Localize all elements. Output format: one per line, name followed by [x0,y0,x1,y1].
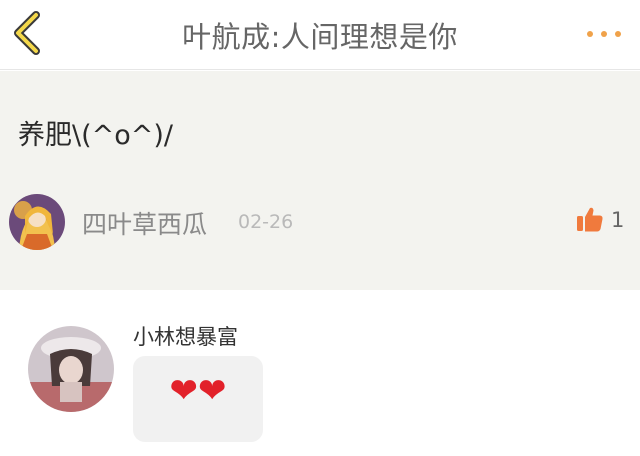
comment-bubble: ❤❤ [133,356,263,442]
avatar-image [9,194,65,250]
post-author-name[interactable]: 四叶草西瓜 [82,205,207,241]
page-title: 叶航成:人间理想是你 [182,20,458,54]
heart-emoji: ❤ [169,371,199,411]
more-dots-icon [587,31,621,37]
commenter-avatar[interactable] [28,326,114,412]
original-post: 养肥\(^o^)/ 四叶草西瓜 02-26 1 [0,71,640,290]
author-avatar[interactable] [9,194,65,250]
post-text: 养肥\(^o^)/ [18,120,174,151]
commenter-name[interactable]: 小林想暴富 [133,321,238,351]
thumbs-up-icon [577,207,603,232]
comment-item: 小林想暴富 ❤❤ [0,290,640,456]
top-navigation-bar: 叶航成:人间理想是你 [0,0,640,70]
like-button[interactable] [576,205,604,233]
post-date: 02-26 [238,211,294,233]
avatar-image [28,326,114,412]
heart-emoji: ❤ [198,371,227,411]
like-count: 1 [611,208,625,232]
more-options-button[interactable] [582,20,626,48]
